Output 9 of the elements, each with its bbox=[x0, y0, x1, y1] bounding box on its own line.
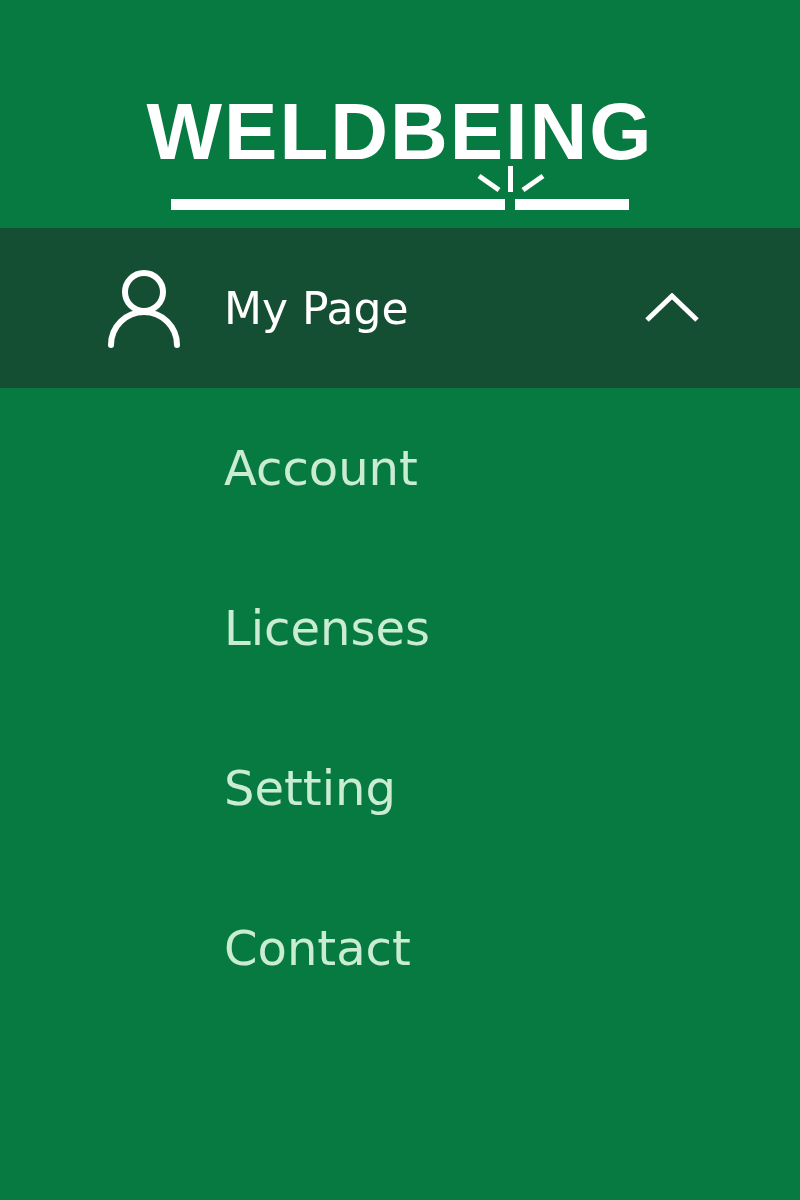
menu-header[interactable]: My Page bbox=[0, 228, 800, 388]
menu-item[interactable]: Setting bbox=[0, 708, 406, 868]
menu-item[interactable]: Licenses bbox=[0, 548, 440, 708]
user-icon bbox=[106, 268, 182, 348]
chevron-up-icon bbox=[644, 293, 700, 323]
weld-line-icon bbox=[171, 166, 629, 211]
menu-item[interactable]: Contact bbox=[0, 868, 421, 1028]
logo-text: WELDBEING bbox=[146, 92, 654, 172]
menu-item[interactable]: Account bbox=[0, 388, 428, 548]
